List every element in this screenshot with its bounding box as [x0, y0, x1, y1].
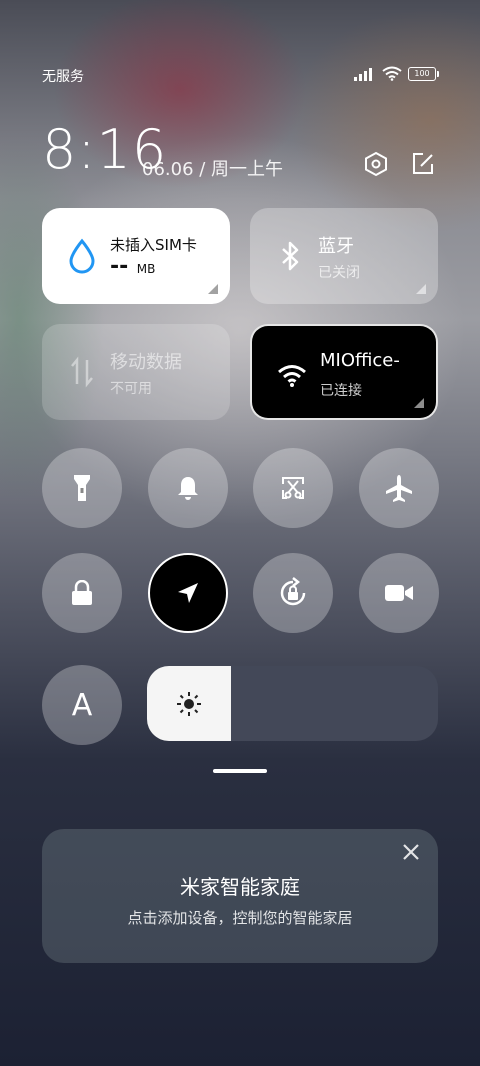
expand-corner-icon: [416, 284, 426, 294]
location-icon: [178, 583, 198, 603]
wifi-status-icon: [382, 66, 402, 81]
lock-screen-toggle[interactable]: [42, 553, 122, 633]
flashlight-toggle[interactable]: [42, 448, 122, 528]
flashlight-icon: [74, 475, 90, 501]
mobile-data-status: 不可用: [110, 381, 152, 397]
sim-usage-unit: MB: [136, 262, 156, 276]
tile-sim-data[interactable]: 未插入SIM卡 -- MB: [42, 208, 230, 304]
screen-recorder-toggle[interactable]: [359, 553, 439, 633]
mute-toggle[interactable]: [148, 448, 228, 528]
rotation-lock-toggle[interactable]: [253, 553, 333, 633]
rotation-lock-icon: [280, 577, 306, 606]
smart-home-title: 米家智能家庭: [180, 875, 300, 899]
date-text: 06.06 / 周一上午: [142, 159, 284, 180]
battery-icon: 100: [408, 66, 439, 81]
sun-icon: [177, 692, 201, 716]
sim-usage: -- MB: [110, 254, 155, 279]
tile-mobile-data[interactable]: 移动数据 不可用: [42, 324, 230, 420]
drag-handle[interactable]: [213, 769, 267, 773]
bluetooth-icon: [282, 241, 299, 271]
mobile-data-title: 移动数据: [110, 352, 182, 373]
brightness-slider[interactable]: [147, 666, 438, 741]
wifi-icon: [278, 365, 306, 387]
airplane-mode-toggle[interactable]: [359, 448, 439, 528]
mobile-data-arrows-icon: [71, 356, 93, 388]
tile-wifi[interactable]: MIOffice- 已连接: [250, 324, 438, 420]
bluetooth-status: 已关闭: [318, 265, 360, 281]
smart-home-subtitle: 点击添加设备，控制您的智能家居: [127, 909, 353, 927]
status-icons: 100: [354, 66, 439, 81]
wifi-network-name: MIOffice-: [320, 350, 400, 371]
expand-corner-icon: [208, 284, 218, 294]
edit-icon[interactable]: [410, 151, 436, 177]
wifi-status: 已连接: [320, 383, 362, 399]
video-camera-icon: [385, 585, 413, 601]
carrier-status: 无服务: [42, 69, 84, 85]
lock-icon: [72, 580, 92, 605]
screenshot-scissors-icon: [282, 477, 304, 499]
expand-corner-icon: [414, 398, 424, 408]
bluetooth-title: 蓝牙: [318, 236, 354, 257]
airplane-icon: [386, 475, 412, 502]
smart-home-card[interactable]: 米家智能家庭 点击添加设备，控制您的智能家居: [42, 829, 438, 963]
close-icon[interactable]: [400, 841, 422, 863]
location-toggle[interactable]: [148, 553, 228, 633]
water-drop-icon: [69, 238, 95, 274]
bell-icon: [178, 477, 198, 500]
screenshot-toggle[interactable]: [253, 448, 333, 528]
auto-brightness-button[interactable]: A: [42, 665, 122, 745]
tile-bluetooth[interactable]: 蓝牙 已关闭: [250, 208, 438, 304]
sim-title: 未插入SIM卡: [110, 236, 197, 254]
settings-icon[interactable]: [363, 151, 389, 177]
sim-usage-value: --: [110, 254, 129, 279]
signal-icon: [354, 67, 372, 81]
